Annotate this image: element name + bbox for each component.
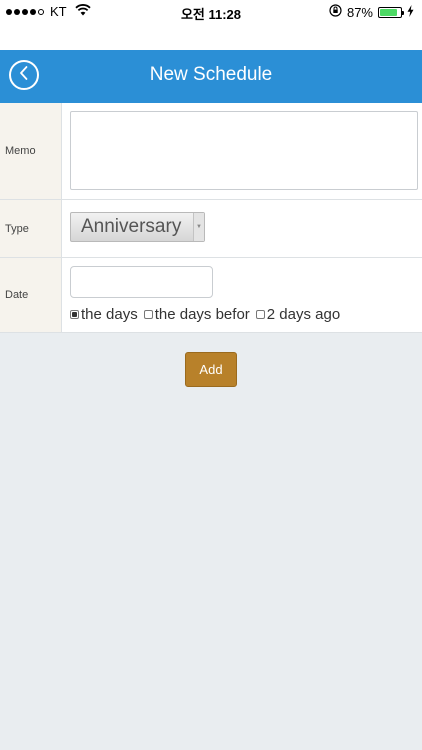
memo-label: Memo — [0, 103, 62, 199]
memo-row: Memo — [0, 103, 422, 200]
radio-unchecked-icon[interactable] — [255, 310, 265, 319]
header-spacer — [0, 24, 422, 50]
status-right: 87% — [329, 4, 414, 20]
status-bar: KT 오전 11:28 87% — [0, 0, 422, 24]
memo-textarea[interactable] — [70, 111, 418, 190]
schedule-form: Memo Type Anniversary ▼ Date the days th… — [0, 103, 422, 333]
radio-unchecked-icon[interactable] — [143, 310, 153, 319]
date-option-the-days-before[interactable]: the days befor — [143, 306, 250, 323]
dropdown-arrow-icon: ▼ — [193, 213, 204, 241]
type-label: Type — [0, 200, 62, 257]
type-row: Type Anniversary ▼ — [0, 200, 422, 258]
date-option-2-days-ago[interactable]: 2 days ago — [255, 306, 341, 323]
charging-bolt-icon — [407, 4, 414, 20]
battery-icon — [378, 6, 404, 18]
date-input[interactable] — [70, 266, 213, 298]
date-option-label: 2 days ago — [266, 306, 341, 323]
add-button[interactable]: Add — [185, 352, 237, 387]
date-label: Date — [0, 258, 62, 332]
nav-bar: New Schedule — [0, 50, 422, 103]
date-option-label: the days — [81, 306, 138, 323]
date-option-label: the days befor — [154, 306, 250, 323]
radio-checked-icon[interactable] — [70, 310, 79, 319]
date-option-the-days[interactable]: the days — [70, 306, 138, 323]
page-title: New Schedule — [149, 64, 273, 85]
orientation-lock-icon — [329, 4, 342, 20]
type-field-cell: Anniversary ▼ — [62, 200, 422, 257]
type-select[interactable]: Anniversary ▼ — [70, 212, 205, 242]
date-option-group: the days the days befor 2 days ago — [70, 306, 418, 323]
date-row: Date the days the days befor 2 days ago — [0, 258, 422, 333]
battery-percent: 87% — [346, 4, 373, 20]
type-select-value: Anniversary — [81, 216, 182, 237]
date-field-cell: the days the days befor 2 days ago — [62, 258, 422, 332]
memo-field-cell — [62, 103, 422, 199]
